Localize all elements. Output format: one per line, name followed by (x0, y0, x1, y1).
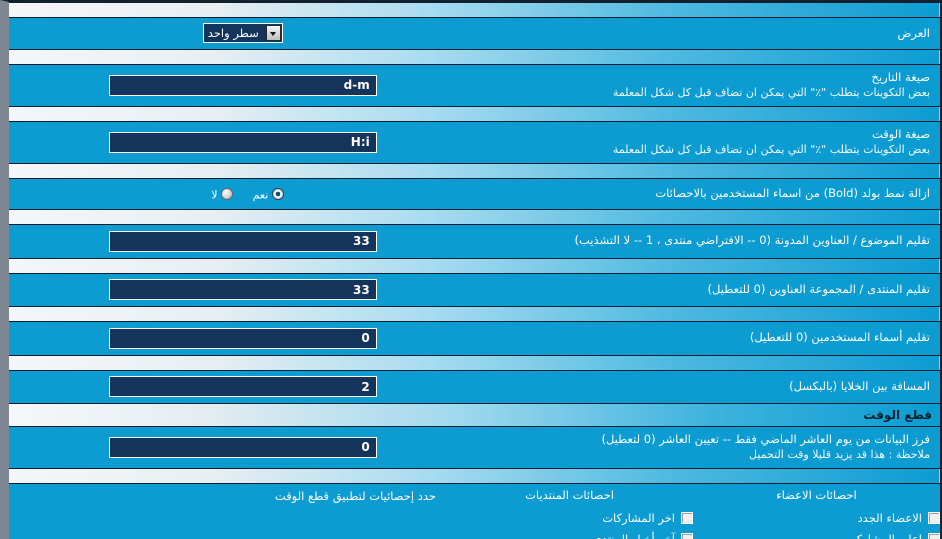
control-cutoff-days (9, 426, 475, 469)
bold-removal-radio-group: نعم لا (199, 184, 286, 203)
chevron-down-icon[interactable] (265, 25, 281, 41)
label-trim-topic-titles: تقليم الموضوع / العناوين المدونة (0 -- ا… (474, 224, 940, 258)
row-bold-removal: ازالة نمط بولد (Bold) من اسماء المستخدمي… (9, 178, 940, 210)
separator (9, 163, 940, 179)
row-cutoff-days: فرز البيانات من يوم العاشر الماضي فقط --… (9, 426, 940, 469)
cutoff-stats-column-forums: احصائات المنتديات اخر المشاركات آخر أخبا… (446, 484, 693, 539)
radio-bold-removal-yes-label: نعم (252, 188, 269, 202)
label-cutoff-days: فرز البيانات من يوم العاشر الماضي فقط --… (474, 426, 940, 469)
checkbox-icon[interactable] (681, 511, 693, 524)
radio-selected-icon[interactable] (272, 187, 285, 200)
settings-form: العرض سطر واحد صيغة التاريخ بعض التكوينا… (9, 2, 940, 539)
trim-usernames-input[interactable] (108, 327, 377, 349)
row-display: العرض سطر واحد (9, 17, 940, 50)
trim-topic-titles-input[interactable] (108, 230, 377, 252)
label-time-format-text: صيغة الوقت (871, 127, 930, 141)
label-display: العرض (474, 17, 940, 50)
checkbox-label: اخر المشاركات (602, 510, 675, 525)
checkbox-item-latest-posts[interactable]: اخر المشاركات (446, 507, 693, 528)
cutoff-stats-column-members: احصائات الاعضاء الاعضاء الجدد اعلى المشا… (693, 484, 940, 539)
control-cell-spacing (9, 370, 475, 404)
display-mode-select[interactable]: سطر واحد (202, 23, 283, 43)
radio-bold-removal-no[interactable]: لا (211, 187, 234, 202)
radio-unselected-icon[interactable] (221, 187, 234, 200)
row-cutoff-stats: احصائات الاعضاء الاعضاء الجدد اعلى المشا… (9, 483, 940, 539)
cell-spacing-input[interactable] (108, 376, 377, 397)
label-date-format-text: صيغة التاريخ (871, 70, 930, 84)
separator (9, 257, 940, 274)
row-date-format: صيغة التاريخ بعض التكوينات يتطلب "٪" الت… (9, 64, 940, 107)
label-trim-forum-titles-text: تقليم المنتدى / المجموعة العناوين (0 للت… (707, 281, 930, 296)
control-bold-removal: نعم لا (9, 178, 475, 210)
label-trim-forum-titles: تقليم المنتدى / المجموعة العناوين (0 للت… (474, 273, 940, 307)
row-trim-topic-titles: تقليم الموضوع / العناوين المدونة (0 -- ا… (9, 224, 940, 258)
date-format-input[interactable] (108, 74, 377, 96)
control-date-format (9, 64, 475, 107)
cutoff-stats-grid: احصائات الاعضاء الاعضاء الجدد اعلى المشا… (9, 484, 940, 539)
label-time-format: صيغة الوقت بعض التكوينات يتطلب "٪" التي … (474, 121, 940, 164)
row-time-format: صيغة الوقت بعض التكوينات يتطلب "٪" التي … (9, 121, 940, 164)
checkbox-label: اعلى المشاركين (844, 531, 922, 539)
radio-bold-removal-no-label: لا (211, 188, 218, 202)
cutoff-stats-forums-header: احصائات المنتديات (525, 488, 614, 502)
label-cell-spacing-text: المسافة بين الخلايا (بالبكسل) (789, 378, 930, 393)
control-trim-forum-titles (9, 273, 475, 307)
label-trim-topic-titles-text: تقليم الموضوع / العناوين المدونة (0 -- ا… (574, 233, 930, 248)
checkbox-label: آخر أخبار المنتدى (592, 531, 675, 539)
checkbox-label: الاعضاء الجدد (857, 510, 922, 525)
cutoff-stats-label-column: حدد إحصائيات لتطبيق قطع الوقت (9, 484, 446, 539)
trim-forum-titles-input[interactable] (108, 279, 377, 300)
settings-page: العرض سطر واحد صيغة التاريخ بعض التكوينا… (0, 0, 942, 539)
label-trim-usernames: تقليم أسماء المستخدمين (0 للتعطيل) (474, 321, 940, 355)
separator (9, 306, 940, 322)
separator (9, 354, 940, 371)
checkbox-icon[interactable] (928, 532, 940, 539)
label-trim-usernames-text: تقليم أسماء المستخدمين (0 للتعطيل) (749, 330, 930, 345)
label-bold-removal: ازالة نمط بولد (Bold) من اسماء المستخدمي… (474, 178, 940, 210)
cutoff-stats-members-header: احصائات الاعضاء (776, 488, 857, 502)
control-trim-usernames (9, 321, 475, 355)
control-trim-topic-titles (9, 224, 475, 258)
control-display: سطر واحد (9, 17, 475, 50)
checkbox-item-top-posters[interactable]: اعلى المشاركين (693, 528, 940, 539)
checkbox-icon[interactable] (681, 532, 693, 539)
label-cutoff-days-text: فرز البيانات من يوم العاشر الماضي فقط --… (601, 432, 930, 446)
separator (9, 106, 940, 122)
row-trim-forum-titles: تقليم المنتدى / المجموعة العناوين (0 للت… (9, 273, 940, 307)
separator (9, 49, 940, 65)
section-header-cutoff-time: قطع الوقت (9, 403, 940, 427)
hint-time-format: بعض التكوينات يتطلب "٪" التي يمكن ان تضا… (612, 143, 930, 156)
hint-cutoff-days: ملاحظة : هذا قد يزيد قليلا وقت التحميل (749, 448, 930, 461)
separator (9, 209, 940, 225)
label-cutoff-stats: حدد إحصائيات لتطبيق قطع الوقت (274, 489, 436, 503)
hint-date-format: بعض التكوينات يتطلب "٪" التي يمكن ان تضا… (612, 86, 930, 99)
separator (9, 468, 940, 484)
section-header-cutoff-time-title: قطع الوقت (863, 408, 932, 422)
checkbox-icon[interactable] (928, 511, 940, 524)
cutoff-days-input[interactable] (108, 436, 377, 458)
label-date-format: صيغة التاريخ بعض التكوينات يتطلب "٪" الت… (474, 64, 940, 107)
label-display-text: العرض (897, 25, 931, 40)
checkbox-item-new-members[interactable]: الاعضاء الجدد (693, 507, 940, 528)
row-cell-spacing: المسافة بين الخلايا (بالبكسل) (9, 370, 940, 404)
time-format-input[interactable] (108, 131, 377, 153)
label-cell-spacing: المسافة بين الخلايا (بالبكسل) (474, 370, 940, 404)
control-time-format (9, 121, 475, 164)
separator (9, 2, 940, 18)
radio-bold-removal-yes[interactable]: نعم (252, 187, 285, 202)
row-trim-usernames: تقليم أسماء المستخدمين (0 للتعطيل) (9, 321, 940, 355)
checkbox-item-latest-forum-news[interactable]: آخر أخبار المنتدى (446, 528, 693, 539)
display-mode-value: سطر واحد (207, 26, 259, 40)
label-bold-removal-text: ازالة نمط بولد (Bold) من اسماء المستخدمي… (655, 186, 930, 200)
